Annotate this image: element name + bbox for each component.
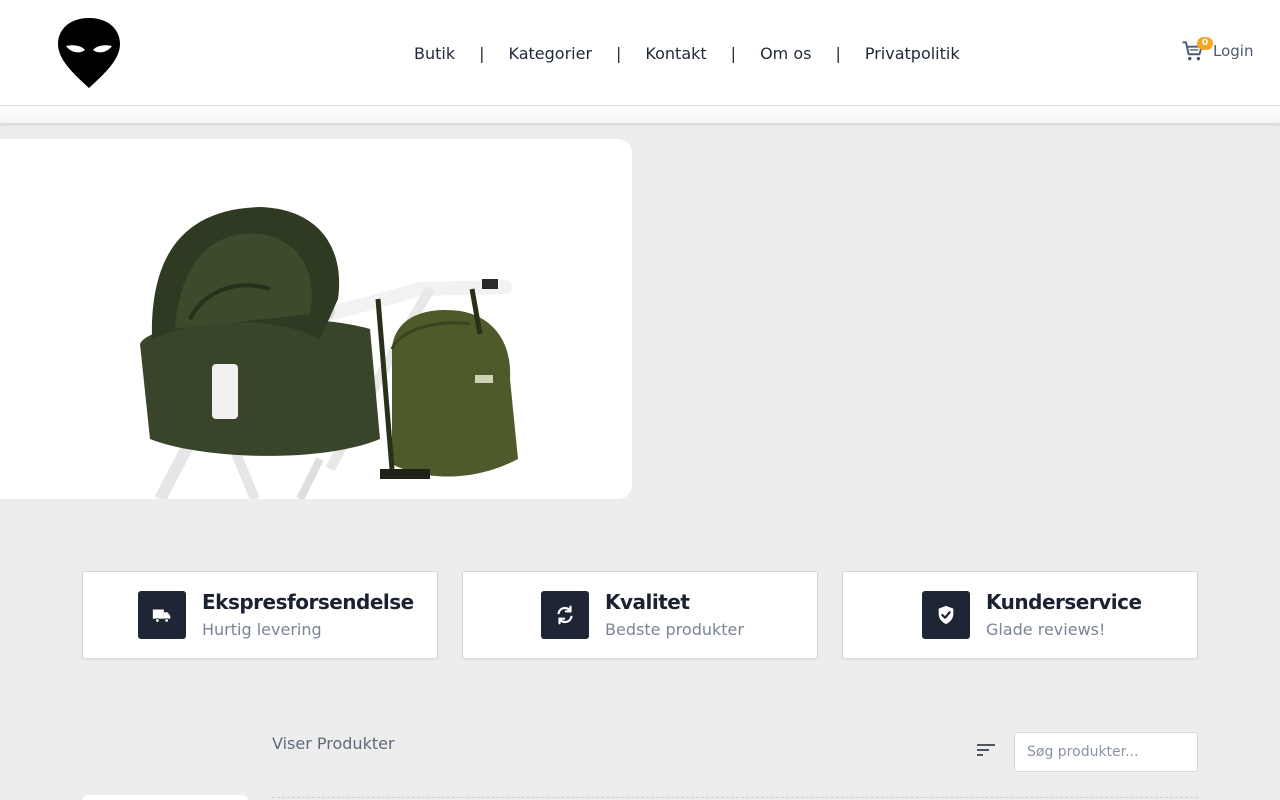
nav-om-os[interactable]: Om os: [760, 44, 811, 63]
site-header: Butik | Kategorier | Kontakt | Om os | P…: [0, 0, 1280, 106]
feature-subtitle: Bedste produkter: [605, 620, 744, 639]
nav-separator: |: [616, 43, 622, 63]
nav-separator: |: [479, 43, 485, 63]
feature-title: Kvalitet: [605, 590, 690, 614]
nav-separator: |: [835, 43, 841, 63]
header-divider: [0, 106, 1280, 123]
cart-count-badge: 0: [1197, 37, 1213, 50]
filter-sidebar-card: [82, 795, 248, 800]
hero-banner: [0, 139, 632, 499]
stroller-product-image: [0, 139, 632, 499]
cart-button[interactable]: 0: [1180, 37, 1213, 66]
truck-icon: [138, 591, 186, 639]
feature-title: Ekspresforsendelse: [202, 590, 414, 614]
nav-privatpolitik[interactable]: Privatpolitik: [865, 44, 960, 63]
nav-butik[interactable]: Butik: [414, 44, 455, 63]
nav-separator: |: [730, 43, 737, 63]
refresh-icon: [541, 591, 589, 639]
feature-card-quality: Kvalitet Bedste produkter: [462, 571, 818, 659]
main-nav: Butik | Kategorier | Kontakt | Om os | P…: [414, 41, 960, 65]
nav-kategorier[interactable]: Kategorier: [509, 44, 593, 63]
products-heading: Viser Produkter: [272, 734, 395, 753]
feature-card-shipping: Ekspresforsendelse Hurtig levering: [82, 571, 438, 659]
feature-card-service: Kunderservice Glade reviews!: [842, 571, 1198, 659]
feature-subtitle: Hurtig levering: [202, 620, 322, 639]
login-link[interactable]: Login: [1213, 42, 1253, 60]
sort-icon[interactable]: [975, 741, 997, 759]
products-grid-divider: [272, 797, 1198, 798]
alien-logo-icon[interactable]: [56, 16, 122, 90]
product-search-input[interactable]: [1014, 732, 1198, 772]
nav-kontakt[interactable]: Kontakt: [645, 44, 706, 63]
feature-title: Kunderservice: [986, 590, 1142, 614]
shield-check-icon: [922, 591, 970, 639]
feature-subtitle: Glade reviews!: [986, 620, 1106, 639]
